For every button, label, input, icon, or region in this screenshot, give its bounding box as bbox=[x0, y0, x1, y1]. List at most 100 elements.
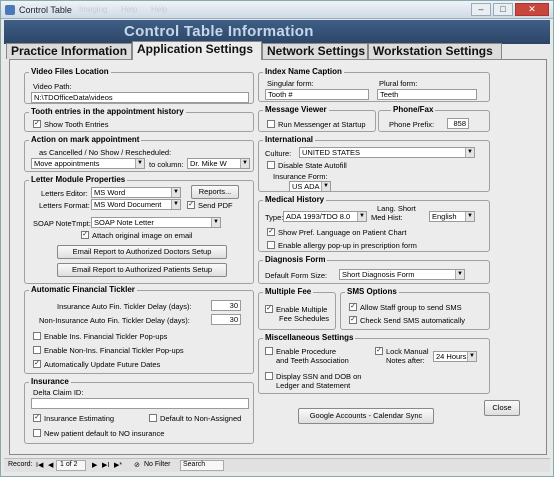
send-pdf-checkbox[interactable]: ✓ bbox=[187, 201, 195, 209]
video-path-label: Video Path: bbox=[33, 82, 72, 91]
enable-ins-popups-label: Enable Ins. Financial Tickler Pop-ups bbox=[44, 332, 168, 341]
lock-manual-notes-checkbox[interactable]: ✓ bbox=[375, 347, 383, 355]
close-button[interactable]: Close bbox=[484, 400, 520, 416]
show-tooth-entries-label: Show Tooth Entries bbox=[44, 120, 109, 129]
med-type-dropdown[interactable]: ADA 1993/TDO 8.0 ▼ bbox=[283, 211, 367, 222]
chevron-down-icon: ▼ bbox=[357, 212, 366, 221]
enable-multiple-fee-checkbox[interactable]: ✓ bbox=[265, 305, 273, 313]
chevron-down-icon: ▼ bbox=[171, 200, 180, 209]
default-form-size-value: Short Diagnosis Form bbox=[342, 270, 415, 279]
control-table-window: Control Table Imaging Help Help – □ ✕ Co… bbox=[0, 0, 554, 477]
group-title: Phone/Fax bbox=[391, 105, 436, 114]
reports-button[interactable]: Reports... bbox=[191, 185, 239, 199]
enable-ins-popups-checkbox[interactable] bbox=[33, 332, 41, 340]
culture-value: UNITED STATES bbox=[302, 148, 361, 157]
chevron-down-icon: ▼ bbox=[211, 218, 220, 227]
group-title: Miscellaneous Settings bbox=[263, 333, 356, 342]
soap-note-label: SOAP NoteTmpt: bbox=[33, 219, 91, 228]
language-value: English bbox=[432, 212, 457, 221]
display-ssn-dob-label-1: Display SSN and DOB on bbox=[276, 372, 362, 381]
first-record-icon[interactable]: I◀ bbox=[36, 461, 43, 469]
insurance-estimating-checkbox[interactable]: ✓ bbox=[33, 414, 41, 422]
tab-workstation-settings[interactable]: Workstation Settings bbox=[368, 43, 502, 59]
google-calendar-sync-button[interactable]: Google Accounts - Calendar Sync bbox=[298, 408, 434, 424]
singular-form-input[interactable]: Tooth # bbox=[265, 89, 369, 100]
default-non-assigned-checkbox[interactable] bbox=[149, 414, 157, 422]
disable-state-autofill-checkbox[interactable] bbox=[267, 161, 275, 169]
procedure-teeth-checkbox[interactable] bbox=[265, 347, 273, 355]
delta-claim-id-label: Delta Claim ID: bbox=[33, 388, 84, 397]
enable-noins-popups-checkbox[interactable] bbox=[33, 346, 41, 354]
letters-editor-dropdown[interactable]: MS Word ▼ bbox=[91, 187, 181, 198]
record-position: 1 of 2 bbox=[60, 461, 78, 468]
letters-format-value: MS Word Document bbox=[94, 200, 162, 209]
last-record-icon[interactable]: ▶I bbox=[102, 461, 109, 469]
chevron-down-icon: ▼ bbox=[465, 212, 474, 221]
culture-dropdown[interactable]: UNITED STATES ▼ bbox=[299, 147, 475, 158]
record-navigation-bar: Record: I◀ ◀ 1 of 2 ▶ ▶I ▶* ⊘ No Filter … bbox=[4, 458, 550, 472]
group-title: SMS Options bbox=[345, 287, 399, 296]
chevron-down-icon: ▼ bbox=[171, 188, 180, 197]
delta-claim-id-input[interactable] bbox=[31, 398, 249, 409]
diagnosis-form-group: Diagnosis Form Default Form Size: Short … bbox=[258, 255, 490, 284]
minimize-icon[interactable]: – bbox=[471, 3, 491, 16]
financial-tickler-group: Automatic Financial Tickler Insurance Au… bbox=[24, 285, 254, 374]
application-settings-panel: Video Files Location Video Path: N:\TDOf… bbox=[9, 59, 547, 455]
culture-label: Culture: bbox=[265, 149, 292, 158]
attach-original-image-checkbox[interactable]: ✓ bbox=[81, 231, 89, 239]
index-name-group: Index Name Caption Singular form: Tooth … bbox=[258, 67, 490, 102]
video-path-input[interactable]: N:\TDOfficeData\videos bbox=[31, 92, 249, 103]
search-label: Search bbox=[183, 461, 206, 468]
lock-notes-value: 24 Hours bbox=[436, 352, 467, 361]
language-dropdown[interactable]: English ▼ bbox=[429, 211, 475, 222]
check-send-sms-checkbox[interactable]: ✓ bbox=[349, 316, 357, 324]
next-record-icon[interactable]: ▶ bbox=[92, 461, 97, 469]
tab-application-settings[interactable]: Application Settings bbox=[132, 41, 262, 60]
email-patients-setup-button[interactable]: Email Report to Authorized Patients Setu… bbox=[57, 263, 227, 277]
default-form-size-dropdown[interactable]: Short Diagnosis Form ▼ bbox=[339, 269, 465, 280]
new-record-icon[interactable]: ▶* bbox=[114, 461, 122, 469]
no-filter-label[interactable]: No Filter bbox=[144, 461, 170, 468]
allow-staff-sms-checkbox[interactable]: ✓ bbox=[349, 303, 357, 311]
tab-network-settings[interactable]: Network Settings bbox=[262, 43, 368, 59]
auto-update-future-dates-checkbox[interactable]: ✓ bbox=[33, 360, 41, 368]
insurance-form-dropdown[interactable]: US ADA ▼ bbox=[289, 181, 331, 192]
phone-prefix-input[interactable]: 858 bbox=[447, 118, 469, 129]
notes-after-label: Notes after: bbox=[386, 356, 425, 365]
maximize-icon[interactable]: □ bbox=[493, 3, 513, 16]
display-ssn-dob-checkbox[interactable] bbox=[265, 372, 273, 380]
run-messenger-checkbox[interactable] bbox=[267, 120, 275, 128]
email-doctors-setup-button[interactable]: Email Report to Authorized Doctors Setup bbox=[57, 245, 227, 259]
lock-notes-dropdown[interactable]: 24 Hours ▼ bbox=[433, 351, 477, 362]
prev-record-icon[interactable]: ◀ bbox=[48, 461, 53, 469]
new-patient-no-insurance-checkbox[interactable] bbox=[33, 429, 41, 437]
close-window-icon[interactable]: ✕ bbox=[515, 3, 549, 16]
ghost-menu-item: Help bbox=[121, 5, 138, 14]
display-ssn-dob-label-2: Ledger and Statement bbox=[276, 381, 351, 390]
noins-delay-input[interactable]: 30 bbox=[211, 314, 241, 325]
group-title: Action on mark appointment bbox=[29, 135, 142, 144]
chevron-down-icon: ▼ bbox=[467, 352, 476, 361]
show-pref-language-checkbox[interactable]: ✓ bbox=[267, 228, 275, 236]
procedure-teeth-label-2: and Teeth Association bbox=[276, 356, 349, 365]
letters-format-dropdown[interactable]: MS Word Document ▼ bbox=[91, 199, 181, 210]
group-title: Video Files Location bbox=[29, 67, 111, 76]
group-title: Medical History bbox=[263, 195, 327, 204]
to-column-dropdown[interactable]: Dr. Mike W ▼ bbox=[187, 158, 250, 169]
soap-note-dropdown[interactable]: SOAP Note Letter ▼ bbox=[91, 217, 221, 228]
record-label: Record: bbox=[8, 461, 33, 468]
attach-original-image-label: Attach original image on email bbox=[92, 231, 193, 240]
plural-form-input[interactable]: Teeth bbox=[377, 89, 477, 100]
allergy-popup-checkbox[interactable] bbox=[267, 241, 275, 249]
mark-action-dropdown[interactable]: Move appointments ▼ bbox=[31, 158, 145, 169]
new-patient-no-insurance-label: New patient default to NO insurance bbox=[44, 429, 165, 438]
med-type-value: ADA 1993/TDO 8.0 bbox=[286, 212, 351, 221]
soap-note-value: SOAP Note Letter bbox=[94, 218, 154, 227]
ins-delay-input[interactable]: 30 bbox=[211, 300, 241, 311]
to-column-label: to column: bbox=[149, 160, 184, 169]
letters-editor-label: Letters Editor: bbox=[41, 189, 88, 198]
tab-practice-information[interactable]: Practice Information bbox=[6, 43, 132, 59]
allow-staff-sms-label: Allow Staff group to send SMS bbox=[360, 303, 462, 312]
show-pref-language-label: Show Pref. Language on Patient Chart bbox=[278, 228, 407, 237]
show-tooth-entries-checkbox[interactable]: ✓ bbox=[33, 120, 41, 128]
